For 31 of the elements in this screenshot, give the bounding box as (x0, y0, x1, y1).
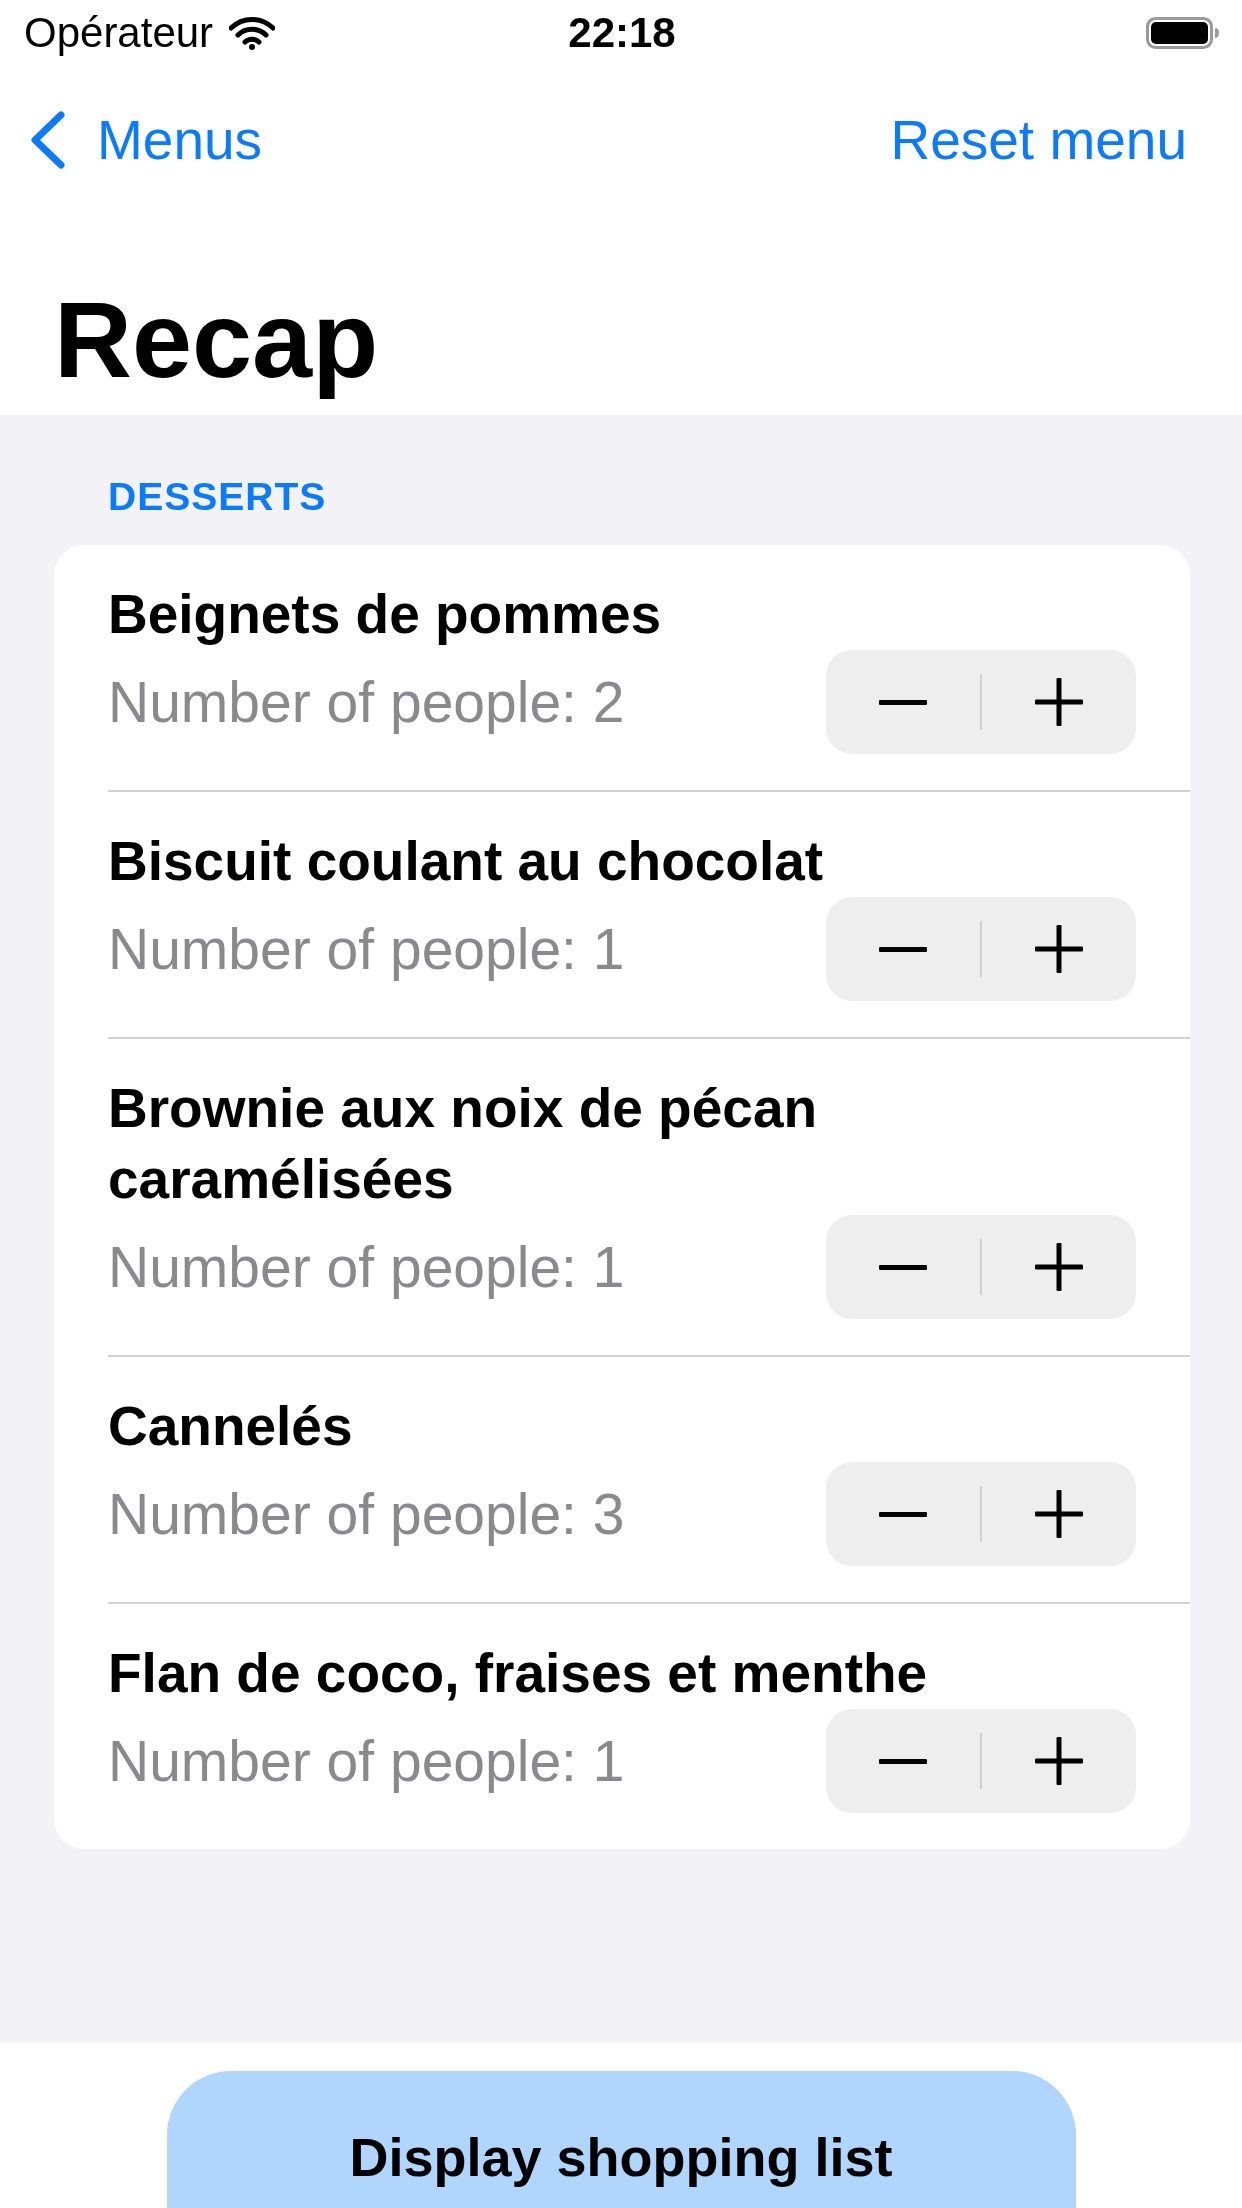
people-count: Number of people: 1 (108, 1234, 625, 1301)
dessert-name: Flan de coco, fraises et menthe (108, 1641, 929, 1706)
page-title: Recap (53, 278, 380, 402)
minus-icon (879, 1511, 927, 1517)
carrier-name: Opérateur (24, 8, 214, 58)
plus-icon (1035, 925, 1083, 973)
minus-icon (879, 699, 927, 705)
people-count: Number of people: 2 (108, 669, 625, 736)
wifi-icon (229, 16, 276, 50)
display-shopping-list-button[interactable]: Display shopping list (166, 2071, 1076, 2208)
minus-icon (879, 1264, 927, 1270)
dessert-name: Cannelés (108, 1394, 354, 1459)
section-header: DESSERTS (108, 474, 328, 520)
minus-icon (879, 946, 927, 952)
chevron-left-icon (30, 111, 66, 169)
reset-menu-link[interactable]: Reset menu (890, 107, 1187, 173)
people-count: Number of people: 1 (108, 916, 625, 983)
plus-icon (1035, 1243, 1083, 1291)
plus-icon (1035, 1737, 1083, 1785)
minus-icon (879, 1758, 927, 1764)
people-count: Number of people: 3 (108, 1481, 625, 1548)
plus-icon (1035, 1490, 1083, 1538)
plus-icon (1035, 678, 1083, 726)
dessert-name: Beignets de pommes (108, 582, 663, 647)
dessert-name: Biscuit coulant au chocolat (108, 829, 825, 894)
back-label: Menus (97, 108, 263, 173)
people-count: Number of people: 1 (108, 1728, 625, 1795)
status-time: 22:18 (568, 8, 676, 58)
battery-icon (1146, 17, 1220, 49)
back-link[interactable]: Menus (30, 107, 263, 173)
dessert-name: Brownie aux noix de pécan caramélisées (108, 1076, 819, 1212)
